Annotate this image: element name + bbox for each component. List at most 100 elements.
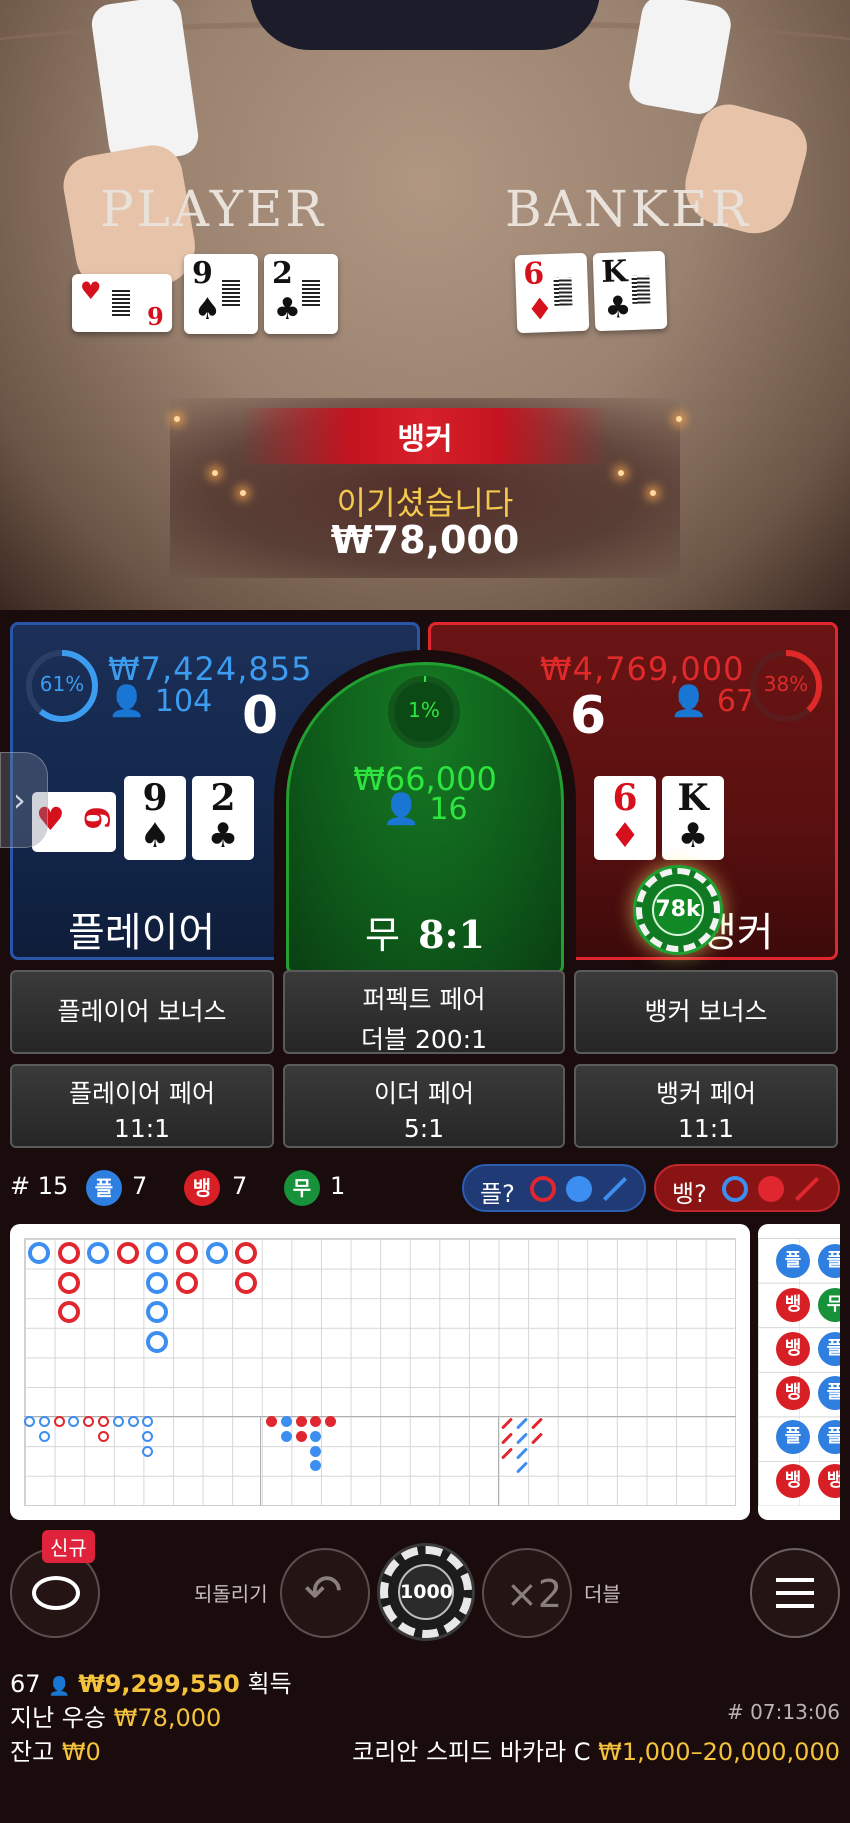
big-road-marker xyxy=(57,1271,80,1294)
sparkle xyxy=(240,490,246,496)
predict-cockroach-icon xyxy=(794,1176,820,1202)
banker-predict-button[interactable]: 뱅? xyxy=(654,1164,840,1212)
player-score: 0 xyxy=(242,686,279,746)
bead-banker: 뱅 xyxy=(776,1376,810,1410)
sparkle xyxy=(676,416,682,422)
bead-banker: 뱅 xyxy=(776,1464,810,1498)
banker-total-bet: ₩4,769,000 xyxy=(540,650,745,688)
banker-percent: 38% xyxy=(763,672,809,696)
undo-icon: ↶ xyxy=(304,1564,343,1618)
predict-big-road-icon xyxy=(722,1176,748,1202)
balance-amount: ₩0 xyxy=(61,1738,101,1766)
balance: 잔고 ₩0 xyxy=(10,1732,101,1767)
player-bonus-button[interactable]: 플레이어 보너스 xyxy=(10,970,274,1054)
sparkle xyxy=(618,470,624,476)
last-win-amount: ₩78,000 xyxy=(113,1704,222,1732)
player-percent: 61% xyxy=(39,672,85,696)
banker-pair-odds: 11:1 xyxy=(677,1114,735,1143)
menu-button[interactable] xyxy=(750,1548,840,1638)
banker-bonus-button[interactable]: 뱅커 보너스 xyxy=(574,970,838,1054)
expand-side-panel[interactable]: › xyxy=(0,752,48,848)
won-label: 획득 xyxy=(247,1670,292,1698)
banker-card-2: K ♣ xyxy=(662,776,724,860)
bead-player: 플 xyxy=(776,1420,810,1454)
bead-player: 플 xyxy=(776,1244,810,1278)
tie-odds: 8:1 xyxy=(418,912,485,957)
felt-player-label: PLAYER xyxy=(100,180,327,238)
undo-button[interactable]: ↶ xyxy=(280,1548,370,1638)
placed-chip-banker: 78k xyxy=(636,868,720,952)
total-won: ₩9,299,550 xyxy=(78,1670,240,1698)
bead-banker: 뱅 xyxy=(776,1332,810,1366)
banker-pair-button[interactable]: 뱅커 페어 11:1 xyxy=(574,1064,838,1148)
scoreboard-roads[interactable] xyxy=(10,1224,750,1520)
either-pair-button[interactable]: 이더 페어 5:1 xyxy=(283,1064,565,1148)
player-predict-button[interactable]: 플? xyxy=(462,1164,646,1212)
big-road-marker xyxy=(176,1242,198,1264)
big-eye-road-marker xyxy=(38,1430,50,1442)
sparkle xyxy=(212,470,218,476)
player-pair-button[interactable]: 플레이어 페어 11:1 xyxy=(10,1064,274,1148)
player-card-2: 9 ♠ xyxy=(124,776,186,860)
perfect-pair-button[interactable]: 퍼펙트 페어 더블 200:1 xyxy=(283,970,565,1054)
big-eye-road-marker xyxy=(24,1416,35,1427)
game-id: # 07:13:06 xyxy=(727,1700,840,1724)
dealer-torso xyxy=(250,0,600,50)
table-name: 코리안 스피드 바카라 C xyxy=(352,1738,591,1766)
banker-score: 6 xyxy=(570,686,607,746)
result-win-amount: ₩78,000 xyxy=(330,518,520,562)
bead-banker: 뱅 xyxy=(776,1288,810,1322)
perfect-pair-odds: 더블 200:1 xyxy=(361,1025,487,1054)
banker-card-1: 6 ♦ xyxy=(594,776,656,860)
player-bettors: 👤 104 xyxy=(108,684,212,719)
table-card-banker-1: 6 ♦ xyxy=(514,252,590,334)
banker-pair-label: 뱅커 페어 xyxy=(656,1079,756,1108)
either-pair-odds: 5:1 xyxy=(403,1114,445,1143)
player-predict-label: 플? xyxy=(480,1180,515,1208)
double-icon: ×2 xyxy=(506,1572,563,1616)
tie-bettors-count: 16 xyxy=(429,792,468,827)
big-road-marker xyxy=(57,1242,80,1264)
live-video-feed: PLAYER BANKER ♥ 6 9 ♠ 2 ♣ 6 ♦ K ♣ 뱅커 이기셨… xyxy=(0,0,850,610)
small-road-marker xyxy=(295,1416,307,1427)
tie-count-dot: 무 xyxy=(284,1170,320,1206)
undo-label: 되돌리기 xyxy=(194,1582,268,1606)
person-icon: 👤 xyxy=(108,684,146,719)
player-count-dot: 플 xyxy=(86,1170,122,1206)
perfect-pair-label: 퍼펙트 페어 xyxy=(362,985,486,1014)
big-eye-road-marker xyxy=(142,1445,154,1457)
table-card-player-3: 2 ♣ xyxy=(264,254,338,334)
placed-chip-value: 78k xyxy=(652,884,704,936)
table-limits: ₩1,000–20,000,000 xyxy=(598,1738,840,1766)
big-road-marker xyxy=(235,1271,258,1294)
person-icon: 👤 xyxy=(382,792,420,827)
last-win-label: 지난 우승 xyxy=(10,1704,106,1732)
hamburger-icon-mid xyxy=(776,1591,814,1595)
player-card-3: 2 ♣ xyxy=(192,776,254,860)
big-eye-road-marker xyxy=(112,1416,124,1427)
small-road-marker xyxy=(310,1445,322,1457)
dealer-right-sleeve xyxy=(626,0,734,117)
small-road-marker xyxy=(280,1430,292,1442)
small-road-marker xyxy=(280,1416,292,1427)
tie-label: 무 xyxy=(365,913,400,957)
small-road-marker xyxy=(266,1416,277,1427)
sparkle xyxy=(174,416,180,422)
big-road-marker xyxy=(205,1242,228,1264)
bead-road[interactable]: 플 뱅 뱅 뱅 플 뱅 플 무 플 플 플 뱅 xyxy=(758,1224,840,1520)
big-eye-road-marker xyxy=(53,1416,65,1427)
table-card-player-2: 9 ♠ xyxy=(184,254,258,334)
player-pair-odds: 11:1 xyxy=(113,1114,171,1143)
table-card-banker-2: K ♣ xyxy=(592,250,668,332)
predict-cockroach-icon xyxy=(602,1176,628,1202)
chip-selector-value: 1000 xyxy=(398,1564,454,1620)
felt-banker-label: BANKER xyxy=(505,180,752,238)
either-pair-label: 이더 페어 xyxy=(374,1079,474,1108)
tie-win-count: 1 xyxy=(330,1172,346,1200)
big-road-marker xyxy=(116,1242,139,1264)
chip-selector[interactable]: 1000 xyxy=(380,1546,472,1638)
new-badge: 신규 xyxy=(42,1530,95,1563)
session-winnings: 67 👤 ₩9,299,550 획득 xyxy=(10,1664,292,1699)
double-button[interactable]: ×2 xyxy=(482,1548,572,1638)
big-road-marker xyxy=(146,1271,169,1294)
